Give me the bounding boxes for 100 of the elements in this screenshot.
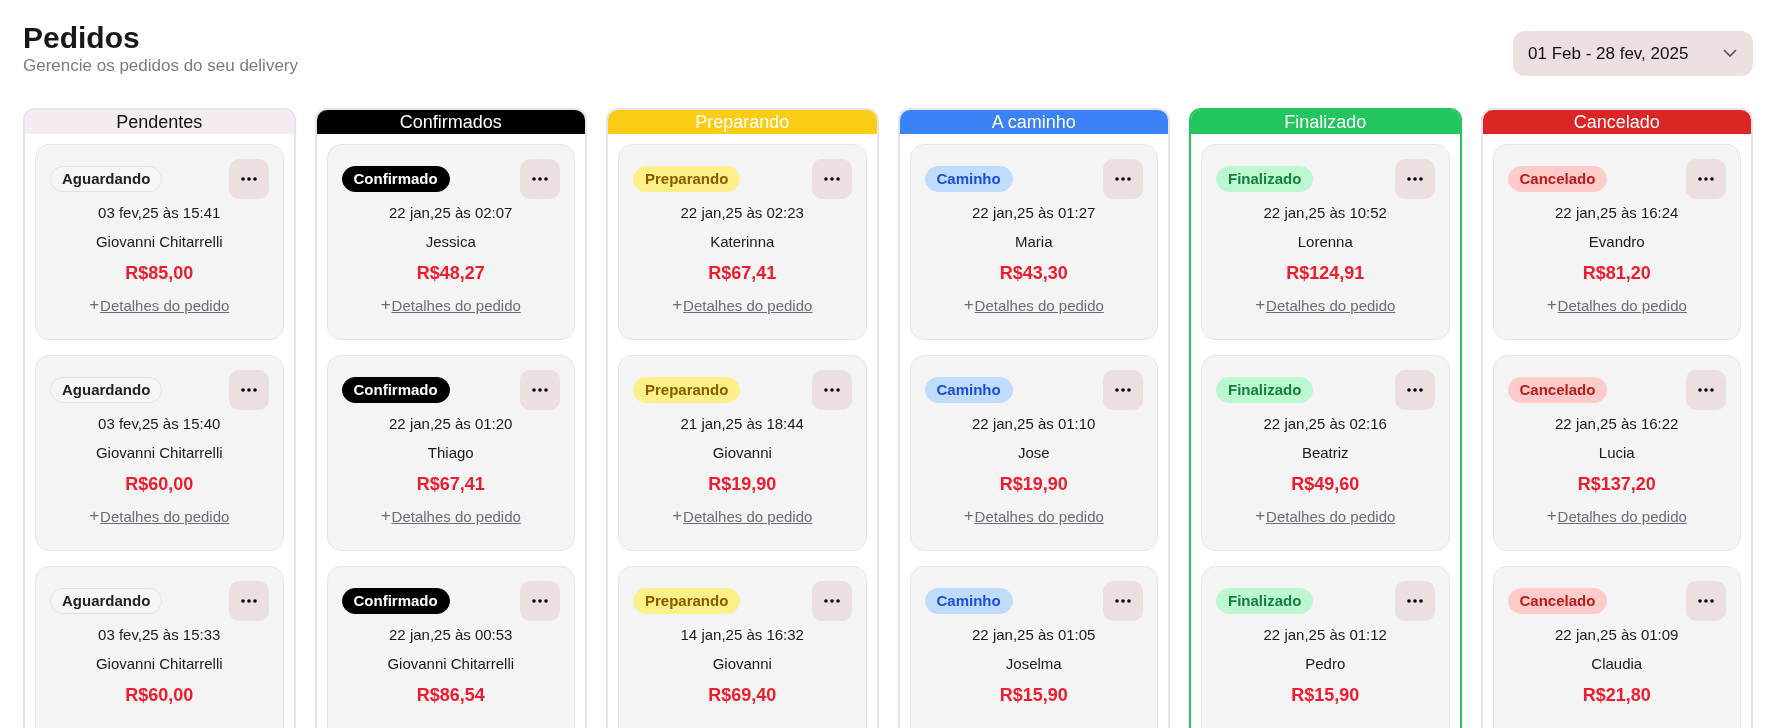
order-card[interactable]: Caminho 22 jan,25 às 01:10 Jose R$19,90 +Detalhes do pedido (909, 355, 1158, 551)
more-icon (1698, 388, 1714, 392)
more-options-button[interactable] (1686, 370, 1726, 410)
customer-name: Giovanni Chitarrelli (95, 654, 223, 674)
order-details-link[interactable]: Detalhes do pedido (1266, 507, 1396, 525)
order-card[interactable]: Confirmado 22 jan,25 às 02:07 Jessica R$48,27 +Detalhes do pedido (326, 144, 575, 340)
status-badge: Caminho (924, 377, 1013, 403)
order-price: R$69,40 (708, 684, 777, 706)
more-options-button[interactable] (1394, 159, 1435, 199)
status-badge: Finalizado (1216, 588, 1314, 614)
column-header: A caminho (899, 110, 1168, 134)
order-card[interactable]: Confirmado 22 jan,25 às 00:53 Giovanni Chitarrelli R$86,54 (326, 566, 575, 728)
order-details-link[interactable]: Detalhes do pedido (974, 507, 1104, 525)
more-options-button[interactable] (1686, 159, 1726, 199)
more-icon (532, 388, 548, 392)
order-price: R$137,20 (1577, 473, 1656, 495)
more-options-button[interactable] (228, 370, 269, 410)
order-card[interactable]: Finalizado 22 jan,25 às 10:52 Lorenna R$124,91 +Detalhes do pedido (1201, 144, 1450, 340)
order-details-link[interactable]: Detalhes do pedido (1557, 507, 1687, 525)
status-badge: Preparando (633, 377, 741, 403)
customer-name: Giovanni Chitarrelli (95, 443, 223, 463)
order-details-link[interactable]: Detalhes do pedido (1557, 296, 1687, 314)
more-options-button[interactable] (1394, 581, 1435, 621)
order-details-link[interactable]: Detalhes do pedido (683, 507, 813, 525)
status-badge: Finalizado (1216, 377, 1314, 403)
order-date: 22 jan,25 às 01:20 (389, 414, 513, 434)
order-card[interactable]: Caminho 22 jan,25 às 01:27 Maria R$43,30 +Detalhes do pedido (909, 144, 1158, 340)
order-price: R$81,20 (1582, 262, 1651, 284)
plus-icon: + (380, 295, 391, 315)
order-card[interactable]: Aguardando 03 fev,25 às 15:33 Giovanni Chitarrelli R$60,00 (35, 566, 284, 728)
customer-name: Joselma (1005, 654, 1062, 674)
order-card[interactable]: Preparando 21 jan,25 às 18:44 Giovanni R$19,90 +Detalhes do pedido (618, 355, 867, 551)
status-badge: Finalizado (1216, 166, 1314, 192)
order-card[interactable]: Cancelado 22 jan,25 às 01:09 Claudia R$21,80 (1492, 566, 1741, 728)
order-date: 22 jan,25 às 16:24 (1555, 203, 1679, 223)
column-header: Cancelado (1482, 110, 1751, 134)
more-icon (1115, 177, 1131, 181)
order-card[interactable]: Finalizado 22 jan,25 às 02:16 Beatriz R$49,60 +Detalhes do pedido (1201, 355, 1450, 551)
more-options-button[interactable] (520, 581, 560, 621)
customer-name: Giovanni Chitarrelli (387, 654, 515, 674)
order-card[interactable]: Aguardando 03 fev,25 às 15:40 Giovanni Chitarrelli R$60,00 +Detalhes do pedido (35, 355, 284, 551)
more-icon (823, 388, 840, 392)
more-options-button[interactable] (1394, 370, 1435, 410)
more-options-button[interactable] (1686, 581, 1726, 621)
status-badge: Aguardando (50, 588, 163, 614)
customer-name: Thiago (427, 443, 474, 463)
order-card[interactable]: Caminho 22 jan,25 às 01:05 Joselma R$15,90 (909, 566, 1158, 728)
order-price: R$67,41 (708, 262, 777, 284)
order-date: 22 jan,25 às 02:07 (389, 203, 513, 223)
order-card[interactable]: Preparando 14 jan,25 às 16:32 Giovanni R$69,40 (618, 566, 867, 728)
order-details-link[interactable]: Detalhes do pedido (100, 296, 230, 314)
plus-icon: + (1255, 506, 1266, 526)
order-price: R$15,90 (1291, 684, 1360, 706)
order-date: 22 jan,25 às 16:22 (1555, 414, 1679, 434)
plus-icon: + (672, 295, 683, 315)
more-options-button[interactable] (1103, 581, 1143, 621)
order-card[interactable]: Cancelado 22 jan,25 às 16:22 Lucia R$137,20 +Detalhes do pedido (1492, 355, 1741, 551)
status-badge: Confirmado (341, 588, 450, 614)
more-options-button[interactable] (811, 581, 852, 621)
order-price: R$86,54 (416, 684, 485, 706)
order-details-link[interactable]: Detalhes do pedido (391, 296, 521, 314)
order-card[interactable]: Confirmado 22 jan,25 às 01:20 Thiago R$67,41 +Detalhes do pedido (326, 355, 575, 551)
order-date: 22 jan,25 às 01:09 (1555, 625, 1679, 645)
order-date: 21 jan,25 às 18:44 (680, 414, 804, 434)
order-date: 22 jan,25 às 00:53 (389, 625, 513, 645)
order-details-link[interactable]: Detalhes do pedido (1266, 296, 1396, 314)
more-options-button[interactable] (520, 370, 560, 410)
order-details-link[interactable]: Detalhes do pedido (391, 507, 521, 525)
more-options-button[interactable] (228, 581, 269, 621)
customer-name: Giovanni (712, 654, 772, 674)
order-price: R$19,90 (708, 473, 777, 495)
chevron-down-icon (1723, 49, 1737, 58)
more-icon (240, 599, 257, 603)
more-options-button[interactable] (520, 159, 560, 199)
order-price: R$85,00 (125, 262, 194, 284)
more-icon (1698, 599, 1714, 603)
more-icon (823, 599, 840, 603)
more-options-button[interactable] (228, 159, 269, 199)
order-card[interactable]: Finalizado 22 jan,25 às 01:12 Pedro R$15,90 (1201, 566, 1450, 728)
order-details-link[interactable]: Detalhes do pedido (100, 507, 230, 525)
status-badge: Caminho (924, 588, 1013, 614)
plus-icon: + (1546, 506, 1557, 526)
order-details-link[interactable]: Detalhes do pedido (683, 296, 813, 314)
page-title: Pedidos (23, 20, 141, 56)
order-card[interactable]: Preparando 22 jan,25 às 02:23 Katerinna R$67,41 +Detalhes do pedido (618, 144, 867, 340)
order-price: R$15,90 (999, 684, 1068, 706)
more-options-button[interactable] (811, 370, 852, 410)
order-card[interactable]: Cancelado 22 jan,25 às 16:24 Evandro R$81,20 +Detalhes do pedido (1492, 144, 1741, 340)
date-range-picker[interactable]: 01 Feb - 28 fev, 2025 (1513, 31, 1753, 76)
order-card[interactable]: Aguardando 03 fev,25 às 15:41 Giovanni Chitarrelli R$85,00 +Detalhes do pedido (35, 144, 284, 340)
order-date: 03 fev,25 às 15:41 (98, 203, 221, 223)
order-details-link[interactable]: Detalhes do pedido (974, 296, 1104, 314)
more-options-button[interactable] (1103, 159, 1143, 199)
more-options-button[interactable] (1103, 370, 1143, 410)
customer-name: Pedro (1305, 654, 1346, 674)
order-date: 03 fev,25 às 15:33 (98, 625, 221, 645)
more-options-button[interactable] (811, 159, 852, 199)
more-icon (1698, 177, 1714, 181)
plus-icon: + (89, 506, 100, 526)
column-header: Preparando (608, 110, 877, 134)
